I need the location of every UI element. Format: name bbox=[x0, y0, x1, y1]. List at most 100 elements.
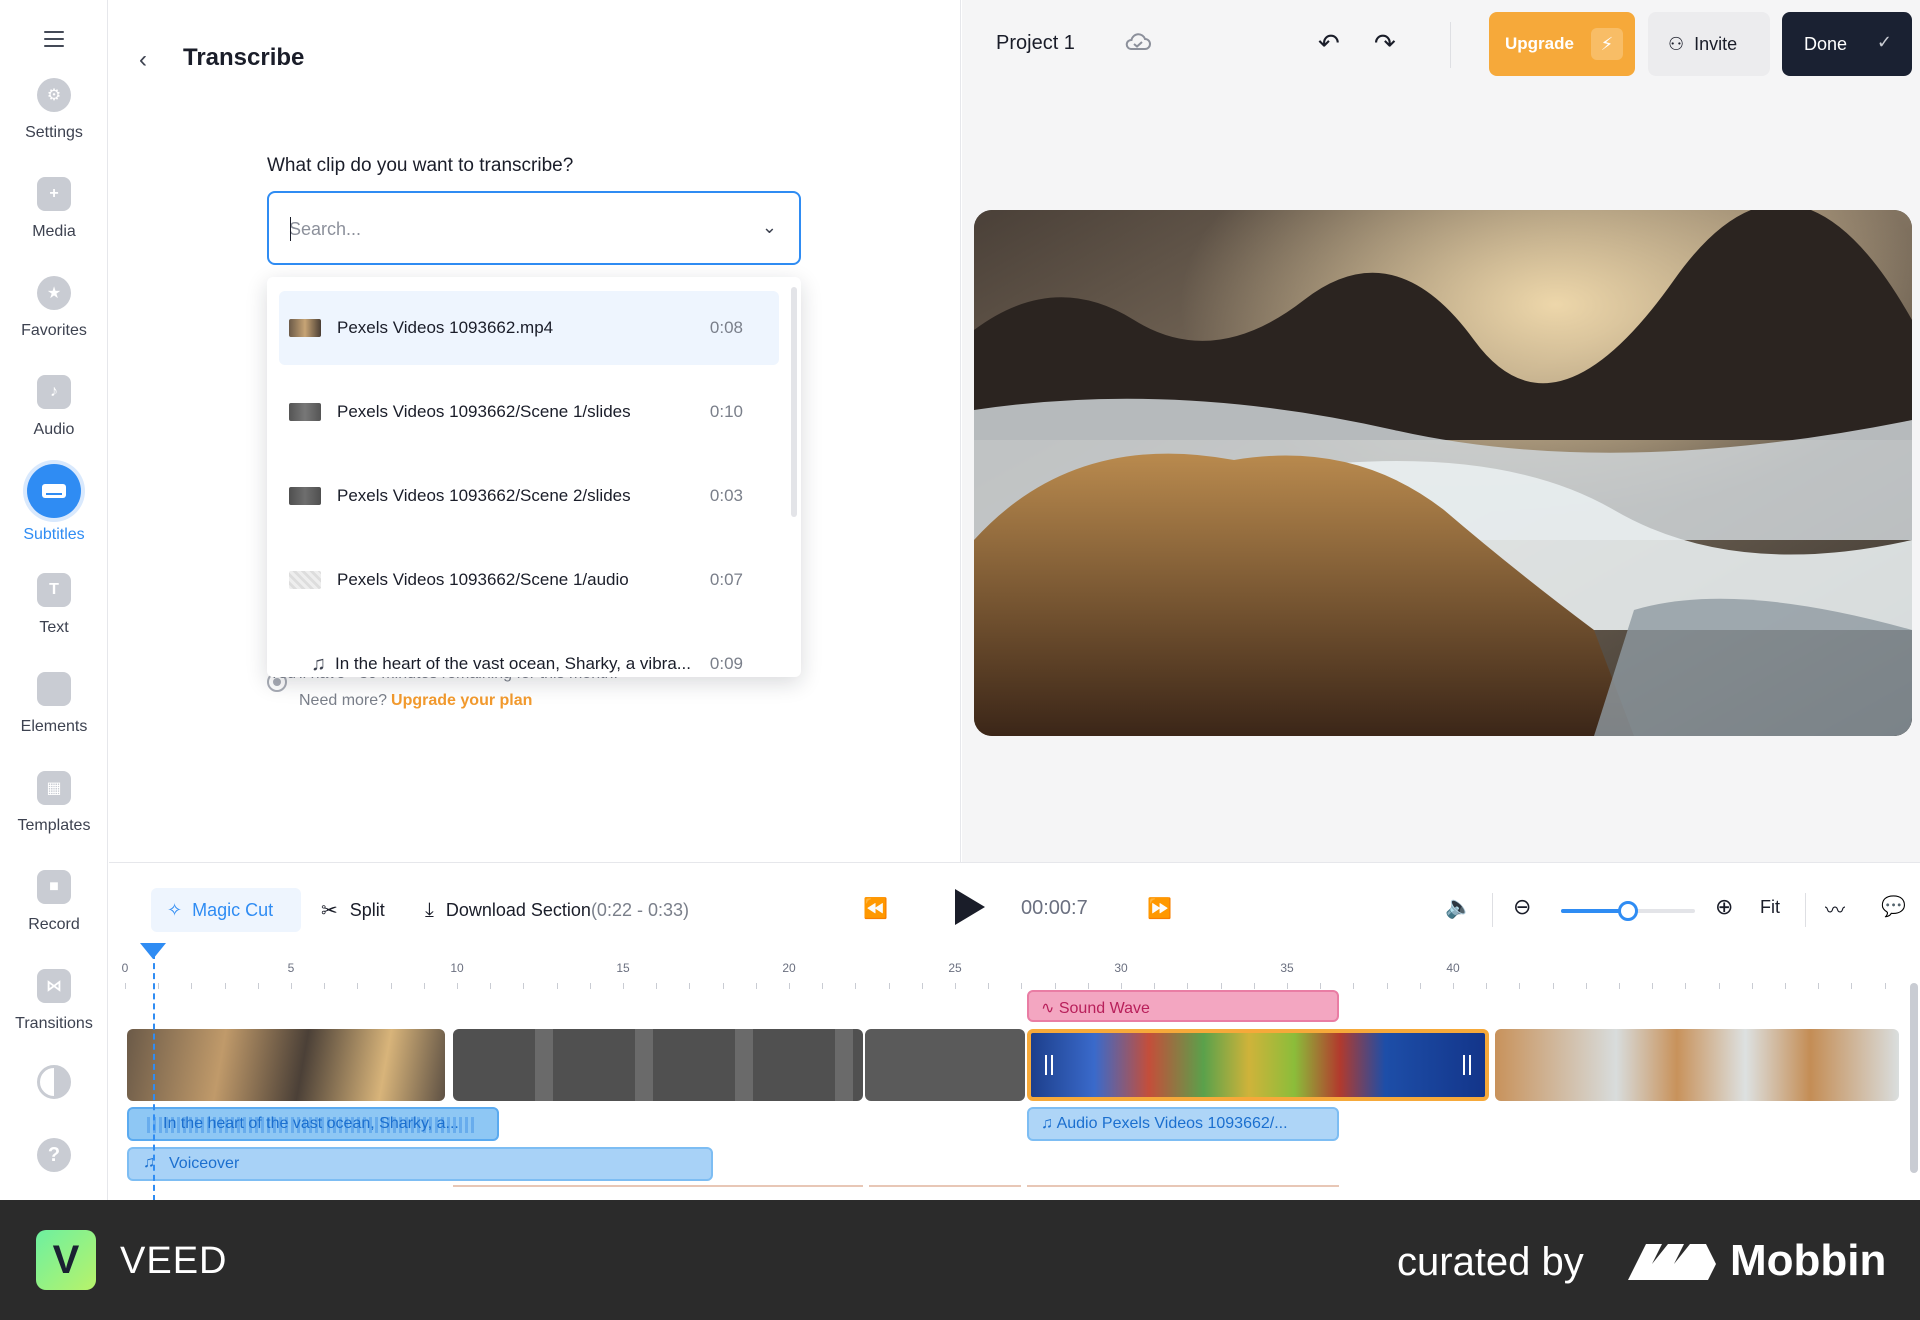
sidebar-item-templates[interactable]: ▦ Templates bbox=[0, 771, 108, 861]
hamburger-menu-icon[interactable] bbox=[40, 28, 68, 50]
undo-icon[interactable]: ↶ bbox=[1318, 28, 1340, 59]
upgrade-plan-link[interactable]: Upgrade your plan bbox=[391, 692, 532, 709]
clip-search-input[interactable] bbox=[289, 215, 729, 243]
ruler-tick bbox=[1253, 983, 1255, 989]
video-frame-image bbox=[974, 210, 1912, 736]
clip-option-name: Pexels Videos 1093662/Scene 2/slides bbox=[337, 486, 631, 505]
audio-clip[interactable]: ♫ Audio Pexels Videos 1093662/... bbox=[1027, 1107, 1339, 1141]
video-clip[interactable] bbox=[453, 1029, 863, 1101]
audio-clip-label: Audio Pexels Videos 1093662/... bbox=[1056, 1115, 1288, 1132]
ruler-tick bbox=[224, 983, 226, 989]
help-icon[interactable]: ? bbox=[37, 1138, 71, 1172]
ruler-tick-label: 20 bbox=[782, 961, 796, 975]
track-strip bbox=[1027, 1185, 1339, 1191]
zoom-in-icon[interactable]: ⊕ bbox=[1715, 894, 1733, 920]
sidebar-item-settings[interactable]: ⚙ Settings bbox=[0, 78, 108, 168]
ruler-tick bbox=[1884, 983, 1886, 989]
ruler-tick bbox=[1220, 983, 1222, 989]
sidebar-item-text[interactable]: T Text bbox=[0, 573, 108, 663]
veed-logo: V bbox=[36, 1230, 96, 1290]
sidebar-item-elements[interactable]: Elements bbox=[0, 672, 108, 762]
sidebar-item-favorites[interactable]: ★ Favorites bbox=[0, 276, 108, 366]
left-sidebar: ⚙ Settings + Media ★ Favorites ♪ Audio S… bbox=[0, 0, 108, 1200]
ruler-tick bbox=[1353, 983, 1355, 989]
done-button[interactable]: Done ✓ bbox=[1782, 12, 1912, 76]
voiceover-clip[interactable]: ♫ Voiceover bbox=[127, 1147, 713, 1181]
sidebar-item-audio[interactable]: ♪ Audio bbox=[0, 375, 108, 465]
comment-icon[interactable]: 💬 bbox=[1881, 894, 1906, 919]
fit-button[interactable]: Fit bbox=[1760, 897, 1780, 918]
ruler-tick bbox=[1453, 983, 1454, 989]
audio-clip-label-wrap: ♫ Audio Pexels Videos 1093662/... bbox=[1041, 1115, 1288, 1133]
ruler-tick-label: 5 bbox=[287, 961, 295, 975]
done-button-label: Done bbox=[1804, 33, 1848, 54]
theme-toggle-icon[interactable] bbox=[37, 1065, 71, 1099]
camera-icon: ■ bbox=[37, 870, 71, 904]
footer-bar: V VEED curated by Mobbin bbox=[0, 1200, 1920, 1320]
ruler-tick bbox=[789, 983, 790, 989]
upgrade-button[interactable]: Upgrade ⚡ bbox=[1489, 12, 1635, 76]
clip-option[interactable]: ♫ In the heart of the vast ocean, Sharky… bbox=[279, 627, 779, 677]
download-section-button[interactable]: ⤓ Download Section (0:22 - 0:33) bbox=[425, 888, 689, 932]
track-strip bbox=[869, 1185, 1021, 1191]
invite-button-label: Invite bbox=[1694, 33, 1738, 54]
audio-clip[interactable]: In the heart of the vast ocean, Sharky, … bbox=[127, 1107, 499, 1141]
clip-option[interactable]: Pexels Videos 1093662/Scene 2/slides 0:0… bbox=[279, 459, 779, 533]
split-button[interactable]: ✂ Split bbox=[321, 888, 385, 932]
ruler-tick-label: 10 bbox=[450, 961, 464, 975]
ruler-tick bbox=[390, 983, 392, 989]
zoom-out-icon[interactable]: ⊖ bbox=[1513, 894, 1531, 920]
transcribe-panel: ‹ Transcribe What clip do you want to tr… bbox=[109, 0, 961, 862]
clip-option[interactable]: Pexels Videos 1093662/Scene 1/audio 0:07 bbox=[279, 543, 779, 617]
back-chevron-icon[interactable]: ‹ bbox=[139, 46, 163, 74]
sidebar-item-record[interactable]: ■ Record bbox=[0, 870, 108, 960]
trim-handle-left[interactable] bbox=[1045, 1055, 1053, 1075]
video-clip[interactable] bbox=[127, 1029, 445, 1101]
sidebar-item-subtitles[interactable]: Subtitles bbox=[0, 464, 108, 564]
video-thumbnail bbox=[289, 319, 321, 337]
sound-wave-clip[interactable]: ∿ Sound Wave bbox=[1027, 990, 1339, 1022]
timeline-scrollbar[interactable] bbox=[1910, 983, 1918, 1173]
clip-option[interactable]: Pexels Videos 1093662/Scene 1/slides 0:1… bbox=[279, 375, 779, 449]
chevron-down-icon[interactable]: ⌄ bbox=[762, 217, 777, 238]
clip-question-label: What clip do you want to transcribe? bbox=[267, 155, 574, 176]
clip-option[interactable]: Pexels Videos 1093662.mp4 0:08 bbox=[279, 291, 779, 365]
ruler-tick bbox=[191, 983, 193, 989]
trim-handle-right[interactable] bbox=[1463, 1055, 1471, 1075]
zoom-slider[interactable] bbox=[1561, 901, 1695, 921]
ruler-tick bbox=[1652, 983, 1654, 989]
magic-cut-button[interactable]: ✧ Magic Cut bbox=[151, 888, 301, 932]
veed-brand-name: VEED bbox=[120, 1240, 228, 1282]
video-clip[interactable] bbox=[865, 1029, 1025, 1101]
volume-icon[interactable]: 🔈 bbox=[1445, 894, 1472, 920]
ruler-tick bbox=[324, 983, 326, 989]
project-name[interactable]: Project 1 bbox=[996, 32, 1075, 55]
clip-search-combobox[interactable]: ⌄ bbox=[267, 191, 801, 265]
video-clip[interactable] bbox=[1495, 1029, 1899, 1101]
ruler-tick-label: 35 bbox=[1280, 961, 1294, 975]
ruler-tick bbox=[1818, 983, 1820, 989]
ruler-tick bbox=[888, 983, 890, 989]
audio-clip-label: In the heart of the vast ocean, Sharky, … bbox=[163, 1115, 459, 1132]
dropdown-scrollbar[interactable] bbox=[791, 287, 797, 517]
need-more-text: Need more? Upgrade your plan bbox=[299, 692, 532, 710]
audio-thumbnail bbox=[289, 571, 321, 589]
ruler-tick bbox=[1187, 983, 1189, 989]
waveform-icon[interactable]: 〰 bbox=[1825, 894, 1845, 923]
text-caret bbox=[290, 217, 291, 241]
invite-button[interactable]: ⚇ Invite bbox=[1648, 12, 1770, 76]
rewind-icon[interactable]: ⏪ bbox=[863, 896, 888, 921]
play-button[interactable] bbox=[949, 885, 989, 929]
music-note-icon: ♫ bbox=[311, 652, 326, 675]
sidebar-item-transitions[interactable]: ⋈ Transitions bbox=[0, 969, 108, 1059]
zoom-slider-handle[interactable] bbox=[1618, 901, 1638, 921]
redo-icon[interactable]: ↷ bbox=[1374, 28, 1396, 59]
sidebar-item-media[interactable]: + Media bbox=[0, 177, 108, 267]
music-note-icon: ♫ bbox=[1041, 1115, 1057, 1132]
video-preview[interactable] bbox=[974, 210, 1912, 736]
selected-video-clip[interactable] bbox=[1027, 1029, 1489, 1101]
add-user-icon: ⚇ bbox=[1668, 33, 1685, 54]
time-ruler[interactable]: 0 5 10 15 20 25 30 35 40 bbox=[122, 951, 1915, 995]
ruler-tick bbox=[523, 983, 525, 989]
fast-forward-icon[interactable]: ⏩ bbox=[1147, 896, 1172, 921]
